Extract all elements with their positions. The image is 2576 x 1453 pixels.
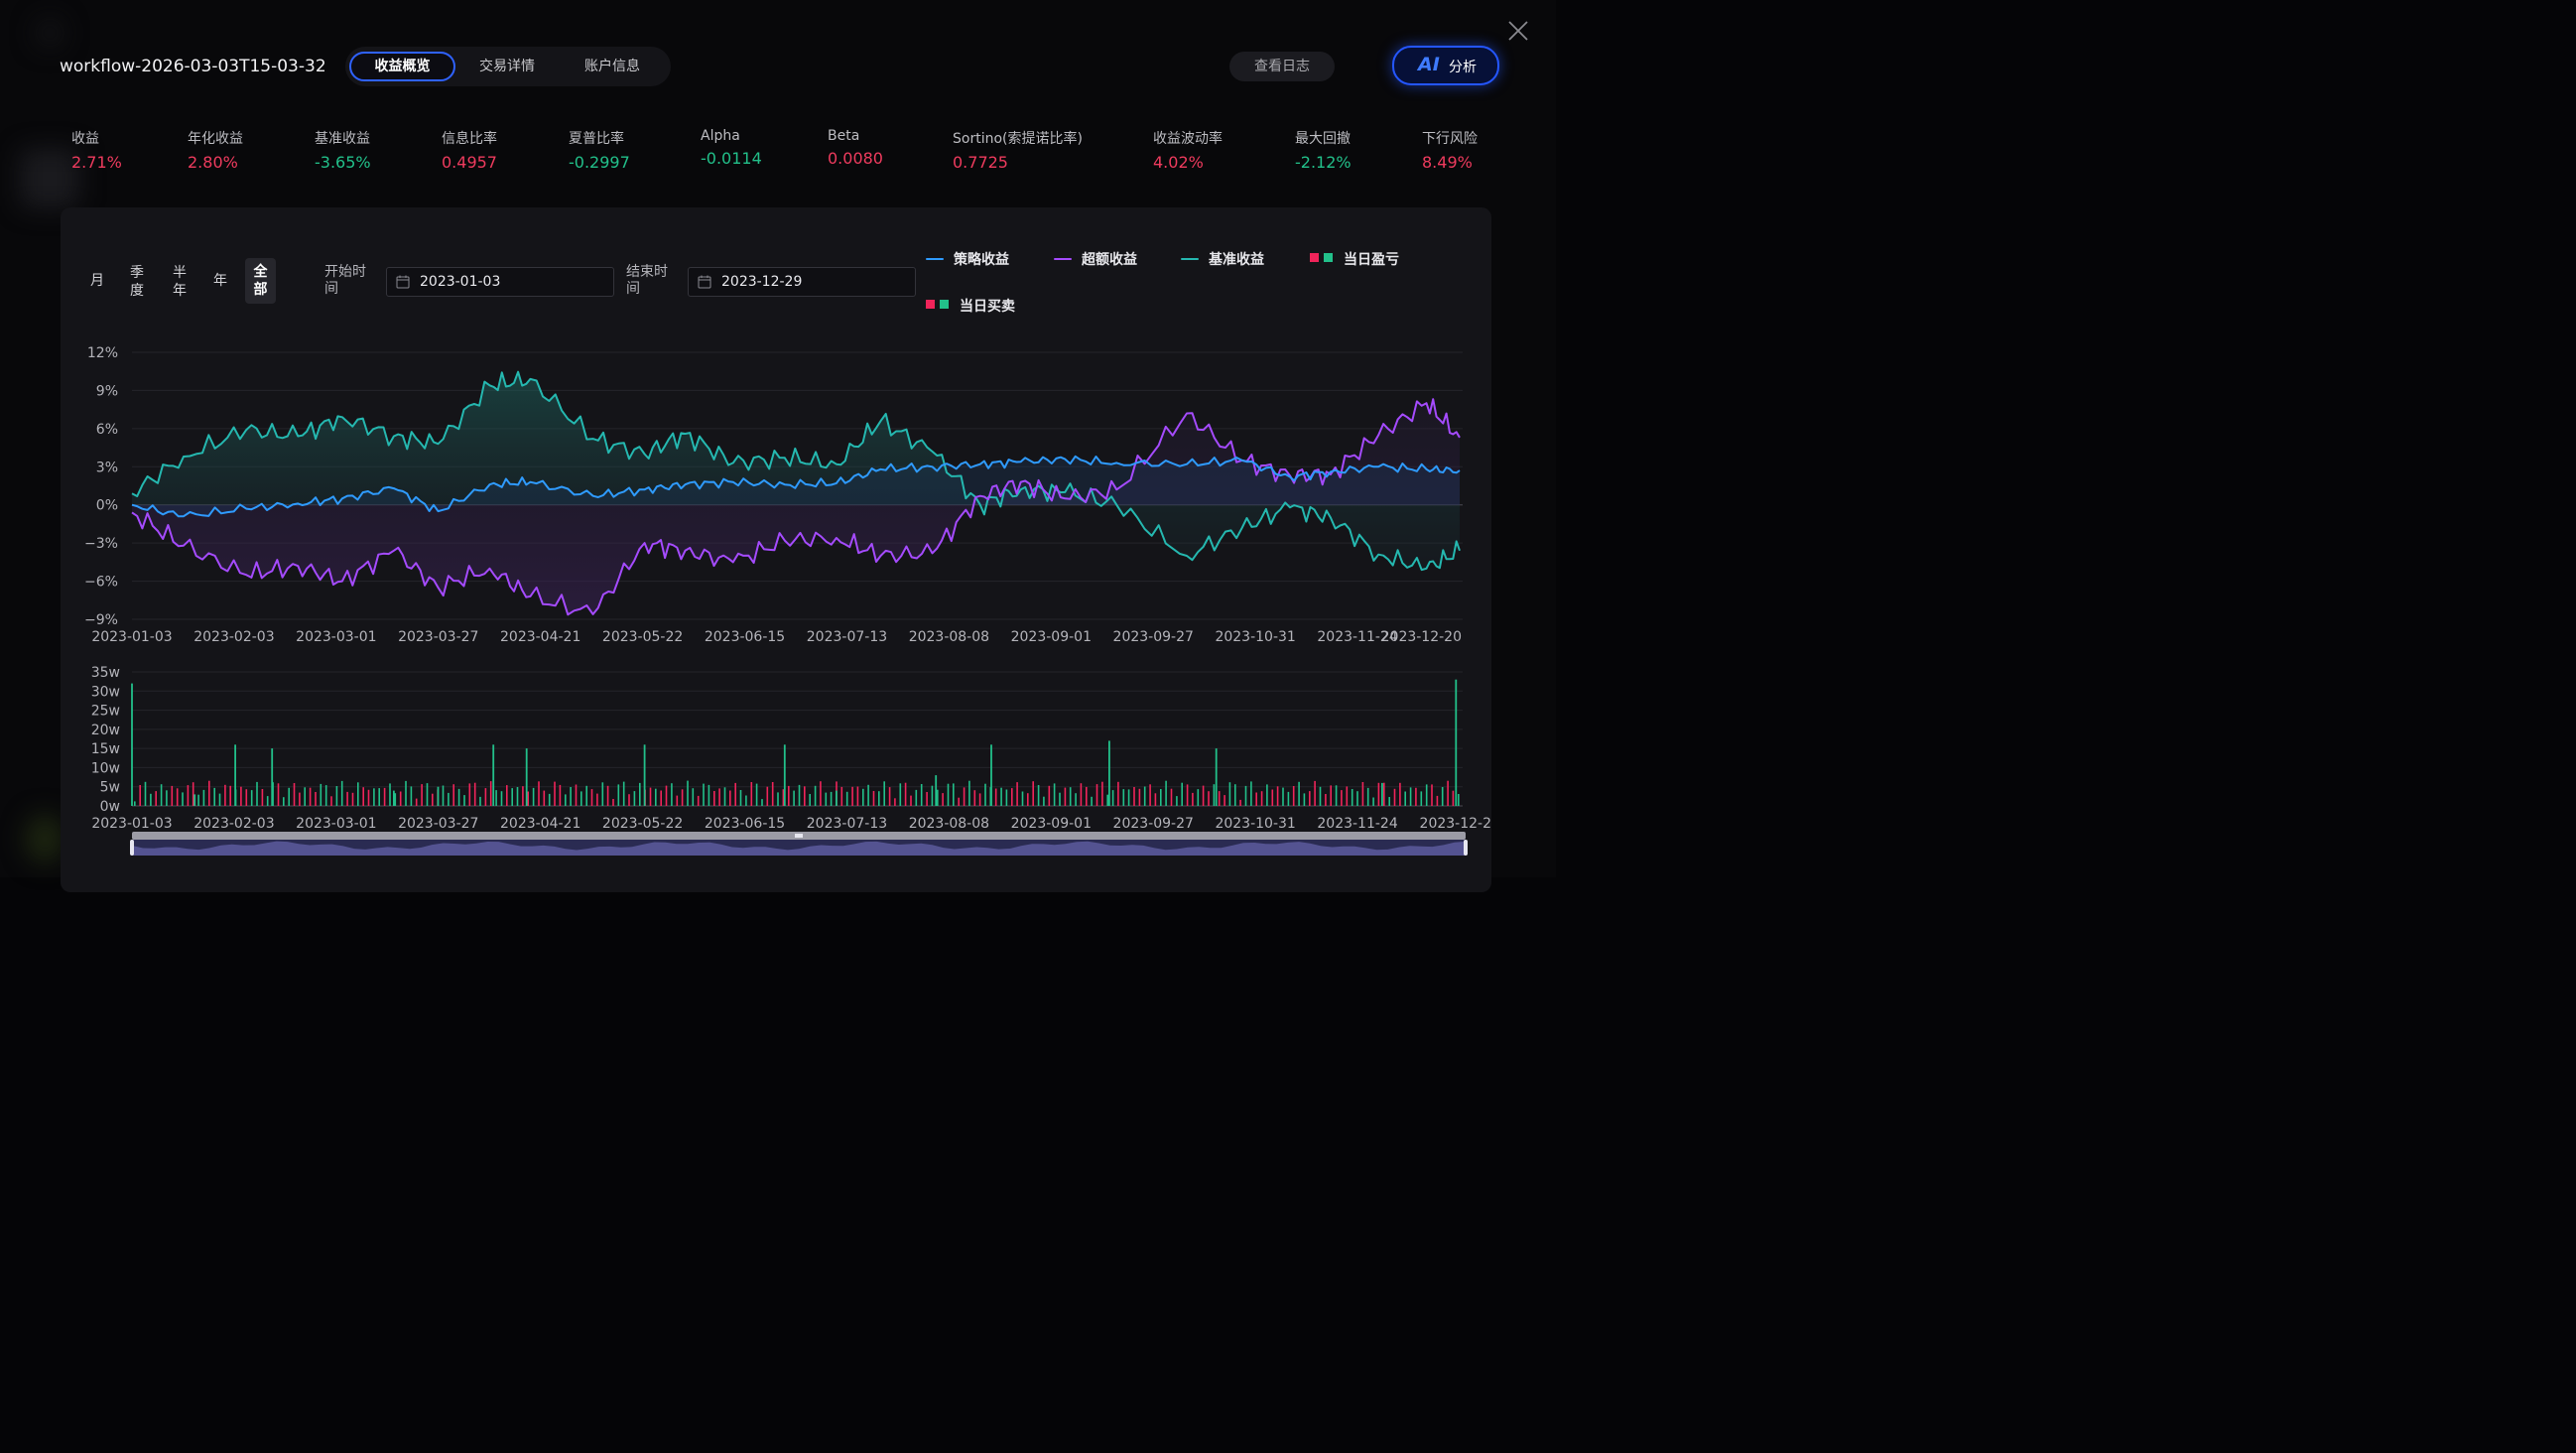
background-blur: [25, 814, 64, 863]
metric-8: 收益波动率 4.02%: [1153, 128, 1223, 172]
period-all-label: 全部: [253, 264, 268, 298]
calendar-icon: [396, 275, 410, 289]
metric-value: 8.49%: [1422, 153, 1473, 172]
metric-0: 收益 2.71%: [71, 128, 122, 172]
metric-label: 最大回撤: [1295, 131, 1351, 147]
tab-account-info[interactable]: 账户信息: [561, 52, 664, 81]
period-year[interactable]: 年: [209, 272, 231, 290]
metric-5: Alpha -0.0114: [701, 128, 762, 168]
period-quarter-label: 季度: [130, 265, 144, 299]
metric-7: Sortino(索提诺比率) 0.7725: [953, 128, 1083, 172]
tab-trade-details[interactable]: 交易详情: [455, 52, 559, 81]
metric-label: 夏普比率: [569, 131, 624, 147]
metric-value: -0.0114: [701, 149, 762, 168]
legend-daily-trade[interactable]: 当日买卖: [926, 296, 1015, 316]
legend-strategy-label: 策略收益: [954, 252, 1009, 268]
legend-daily-trade-label: 当日买卖: [960, 299, 1015, 315]
metric-label: 信息比率: [442, 131, 497, 147]
metric-6: Beta 0.0080: [828, 128, 883, 168]
ai-analysis-label: 分析: [1449, 60, 1477, 75]
legend-line-icon: [1181, 258, 1199, 260]
metric-9: 最大回撤 -2.12%: [1295, 128, 1352, 172]
period-month[interactable]: 月: [86, 272, 108, 290]
legend-excess-label: 超额收益: [1082, 252, 1137, 268]
metric-label: Alpha: [701, 128, 740, 144]
legend-benchmark[interactable]: 基准收益: [1181, 249, 1264, 269]
legend-benchmark-label: 基准收益: [1209, 252, 1264, 268]
legend-square-icon: [926, 300, 935, 309]
period-half-year-label: 半年: [173, 265, 187, 299]
metric-value: -0.2997: [569, 153, 630, 172]
view-log-button[interactable]: 查看日志: [1229, 52, 1335, 81]
period-half-year[interactable]: 半年: [169, 264, 191, 300]
tab-bar: 收益概览 交易详情 账户信息: [345, 47, 671, 86]
tab-overview[interactable]: 收益概览: [349, 52, 455, 81]
metric-10: 下行风险 8.49%: [1422, 128, 1478, 172]
legend-strategy[interactable]: 策略收益: [926, 249, 1009, 269]
legend-line-icon: [926, 258, 944, 260]
ai-analysis-button[interactable]: AI 分析: [1392, 46, 1499, 85]
metric-label: Beta: [828, 128, 860, 144]
end-time-label: 结束时间: [626, 264, 674, 298]
legend-square-icon: [1324, 253, 1333, 262]
legend-daily-pnl[interactable]: 当日盈亏: [1310, 249, 1399, 269]
start-time-label: 开始时间: [324, 264, 372, 298]
metric-2: 基准收益 -3.65%: [315, 128, 371, 172]
metric-value: 4.02%: [1153, 153, 1204, 172]
period-quarter[interactable]: 季度: [126, 264, 148, 300]
end-date-value: 2023-12-29: [721, 274, 803, 290]
chart-panel: 月 季度 半年 年 全部 开始时间 2023-01-03 结束时间 2023-1…: [61, 207, 1491, 892]
background-blur: [20, 149, 79, 208]
legend-line-icon: [1054, 258, 1072, 260]
period-all[interactable]: 全部: [245, 258, 276, 304]
legend-daily-pnl-label: 当日盈亏: [1344, 252, 1399, 268]
metric-1: 年化收益 2.80%: [188, 128, 243, 172]
metric-value: -2.12%: [1295, 153, 1352, 172]
calendar-icon: [698, 275, 711, 289]
ai-icon: AI: [1418, 54, 1440, 75]
metric-value: -3.65%: [315, 153, 371, 172]
metric-value: 2.80%: [188, 153, 238, 172]
metric-value: 0.7725: [953, 153, 1008, 172]
metric-label: 收益波动率: [1153, 131, 1223, 147]
legend-square-icon: [1310, 253, 1319, 262]
metric-value: 0.4957: [442, 153, 497, 172]
legend-square-icon: [940, 300, 949, 309]
metric-label: 基准收益: [315, 131, 370, 147]
end-time-text: 结束时间: [626, 264, 668, 297]
metric-value: 2.71%: [71, 153, 122, 172]
start-time-text: 开始时间: [324, 264, 366, 297]
start-date-input[interactable]: 2023-01-03: [386, 267, 614, 297]
close-icon[interactable]: [1505, 18, 1531, 44]
metric-label: 收益: [71, 131, 99, 147]
metric-4: 夏普比率 -0.2997: [569, 128, 630, 172]
metric-label: Sortino(索提诺比率): [953, 131, 1083, 147]
window-title: workflow-2026-03-03T15-03-32: [60, 57, 326, 76]
start-date-value: 2023-01-03: [420, 274, 501, 290]
end-date-input[interactable]: 2023-12-29: [688, 267, 916, 297]
metric-label: 年化收益: [188, 131, 243, 147]
metric-3: 信息比率 0.4957: [442, 128, 497, 172]
legend-excess[interactable]: 超额收益: [1054, 249, 1137, 269]
background-blur: [35, 18, 64, 48]
metric-label: 下行风险: [1422, 131, 1478, 147]
metric-value: 0.0080: [828, 149, 883, 168]
